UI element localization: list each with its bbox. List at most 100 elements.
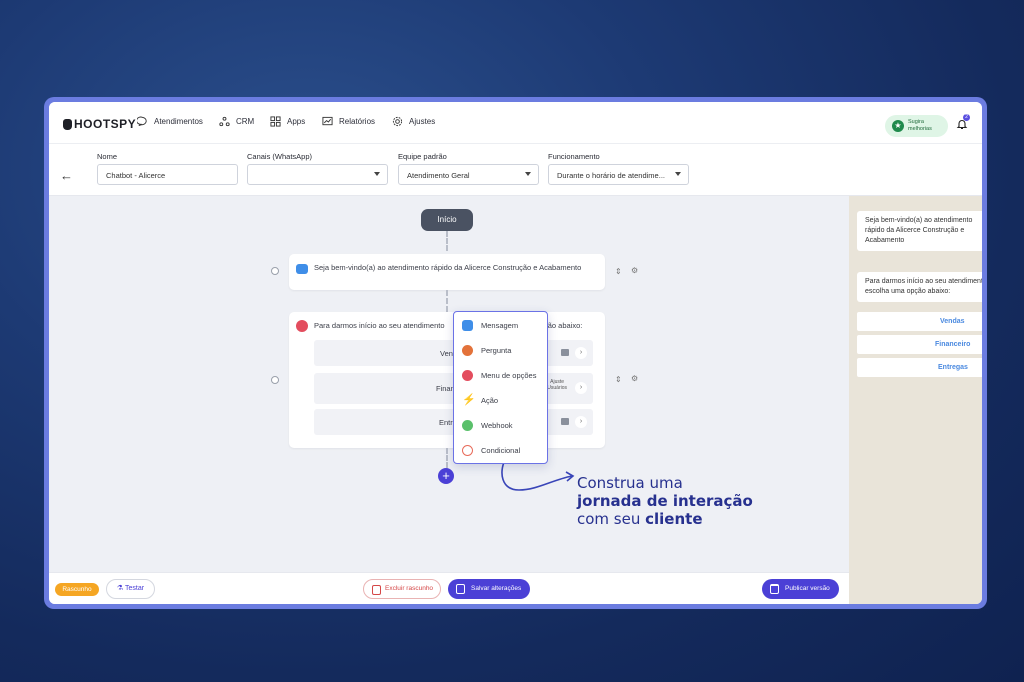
welcome-message-text: Seja bem-vindo(a) ao atendimento rápido … <box>314 263 582 272</box>
dropdown-item-label: Condicional <box>481 445 521 455</box>
message-icon <box>462 319 473 331</box>
promo-line-1: Construa uma <box>577 474 683 492</box>
promo-line-3-bold: cliente <box>645 510 703 528</box>
suggest-line-2: melhorias <box>908 126 932 132</box>
crm-icon <box>219 116 230 127</box>
dropdown-item-label: Pergunta <box>481 345 512 355</box>
dropdown-item-label: Webhook <box>481 420 513 430</box>
nav-label: Atendimentos <box>154 117 203 126</box>
schedule-value: Durante o horário de atendime... <box>557 171 665 180</box>
conditional-icon <box>462 444 473 456</box>
add-node-dropdown: Mensagem Pergunta Menu de opções ⚡ Ação … <box>453 311 548 464</box>
connector-line <box>446 231 448 251</box>
preview-option-entregas: Entregas <box>857 358 982 377</box>
message-icon <box>296 264 308 274</box>
chevron-down-icon <box>374 172 380 176</box>
option-label: Ven <box>440 349 453 358</box>
hootspy-logo[interactable]: HOOTSPY <box>63 117 136 131</box>
adjust-users-tag[interactable]: Ajuste Usuários <box>547 379 567 391</box>
node-select-radio[interactable] <box>271 376 279 384</box>
option-label: Entr <box>439 418 453 427</box>
promo-line-2: jornada de interação <box>577 492 753 510</box>
reports-icon <box>322 116 333 126</box>
connector-line <box>446 290 448 312</box>
team-value: Atendimento Geral <box>407 171 470 180</box>
dropdown-item-pergunta[interactable]: Pergunta <box>462 341 511 359</box>
node-settings-gear-icon[interactable]: ⚙ <box>631 266 638 275</box>
nav-label: Ajustes <box>409 117 436 126</box>
menu-text-right: ção abaixo: <box>544 321 583 330</box>
folder-icon[interactable] <box>561 349 569 356</box>
node-select-radio[interactable] <box>271 267 279 275</box>
suggest-improvements-button[interactable]: ★ Sugira melhorias <box>885 115 948 137</box>
channels-select[interactable] <box>247 164 388 185</box>
menu-text-left: Para darmos início ao seu atendimento <box>314 321 445 330</box>
schedule-select[interactable]: Durante o horário de atendime... <box>548 164 689 185</box>
promo-line-3-prefix: com seu <box>577 510 646 528</box>
bottom-action-bar: Rascunho ⚗ Testar Excluir rascunho Salva… <box>49 572 849 604</box>
message-node-card[interactable]: Seja bem-vindo(a) ao atendimento rápido … <box>289 254 605 290</box>
schedule-label: Funcionamento <box>548 152 600 161</box>
dropdown-item-webhook[interactable]: Webhook <box>462 416 513 434</box>
test-button[interactable]: ⚗ Testar <box>106 579 155 599</box>
flow-settings-bar: ← Nome Chatbot - Alicerce Canais (WhatsA… <box>49 144 982 196</box>
nav-item-crm[interactable]: CRM <box>219 116 254 127</box>
suggest-label: Sugira melhorias <box>908 119 932 133</box>
reorder-arrows-icon[interactable]: ⇕ <box>615 375 622 384</box>
flask-icon: ⚗ <box>116 585 126 592</box>
dropdown-item-label: Menu de opções <box>481 370 537 380</box>
promo-text: Construa uma jornada de interação com se… <box>577 474 753 528</box>
menu-options-icon <box>462 369 473 381</box>
channels-label: Canais (WhatsApp) <box>247 152 313 161</box>
save-changes-button[interactable]: Salvar alterações <box>448 579 530 599</box>
node-settings-gear-icon[interactable]: ⚙ <box>631 374 638 383</box>
menu-options-icon <box>296 320 308 332</box>
dropdown-item-label: Ação <box>481 395 499 405</box>
dropdown-item-condicional[interactable]: Condicional <box>462 441 520 459</box>
dropdown-item-mensagem[interactable]: Mensagem <box>462 316 518 334</box>
menu-node-card[interactable]: Para darmos início ao seu atendimento çã… <box>289 312 605 448</box>
dropdown-item-label: Mensagem <box>481 320 519 330</box>
dropdown-item-menu-opcoes[interactable]: Menu de opções <box>462 366 536 384</box>
upload-icon <box>770 584 779 594</box>
notifications-button[interactable]: 2 <box>956 114 970 130</box>
nav-item-apps[interactable]: Apps <box>270 116 305 127</box>
chevron-right-icon[interactable]: › <box>575 347 587 359</box>
chevron-down-icon <box>525 172 531 176</box>
question-icon <box>462 344 473 356</box>
discard-label: Excluir rascunho <box>385 585 434 592</box>
nav-item-ajustes[interactable]: Ajustes <box>392 116 435 127</box>
draft-status-badge: Rascunho <box>55 583 99 596</box>
nav-item-atendimentos[interactable]: Atendimentos <box>137 116 203 127</box>
start-node[interactable]: Início <box>421 209 473 231</box>
test-label: Testar <box>125 585 145 592</box>
star-icon: ★ <box>892 120 904 132</box>
chevron-right-icon[interactable]: › <box>575 382 587 394</box>
nav-label: CRM <box>236 117 255 126</box>
chat-icon <box>137 116 147 127</box>
chevron-right-icon[interactable]: › <box>575 416 587 428</box>
flow-canvas[interactable]: Início Seja bem-vindo(a) ao atendimento … <box>49 196 849 572</box>
top-navigation: HOOTSPY Atendimentos CRM Apps Relatórios… <box>49 102 982 144</box>
logo-text: HOOTSPY <box>74 117 137 131</box>
publish-version-button[interactable]: Publicar versão <box>762 579 839 599</box>
nav-item-relatorios[interactable]: Relatórios <box>322 116 375 127</box>
browser-frame: HOOTSPY Atendimentos CRM Apps Relatórios… <box>44 97 987 609</box>
team-select[interactable]: Atendimento Geral <box>398 164 539 185</box>
back-arrow-icon[interactable]: ← <box>60 168 73 183</box>
nav-label: Apps <box>287 117 306 126</box>
dropdown-item-acao[interactable]: ⚡ Ação <box>462 391 498 409</box>
apps-grid-icon <box>270 116 281 127</box>
preview-welcome-bubble: Seja bem-vindo(a) ao atendimento rápido … <box>857 211 982 251</box>
reorder-arrows-icon[interactable]: ⇕ <box>615 267 622 276</box>
app-window: HOOTSPY Atendimentos CRM Apps Relatórios… <box>49 102 982 604</box>
discard-draft-button[interactable]: Excluir rascunho <box>363 579 441 599</box>
trash-icon <box>372 585 381 595</box>
name-input[interactable]: Chatbot - Alicerce <box>97 164 238 185</box>
connector-line <box>446 448 448 468</box>
whatsapp-preview-panel: Seja bem-vindo(a) ao atendimento rápido … <box>849 196 982 604</box>
add-node-button[interactable]: + <box>438 468 454 484</box>
folder-icon[interactable] <box>561 418 569 425</box>
save-icon <box>456 584 465 594</box>
lightning-icon: ⚡ <box>462 393 476 406</box>
